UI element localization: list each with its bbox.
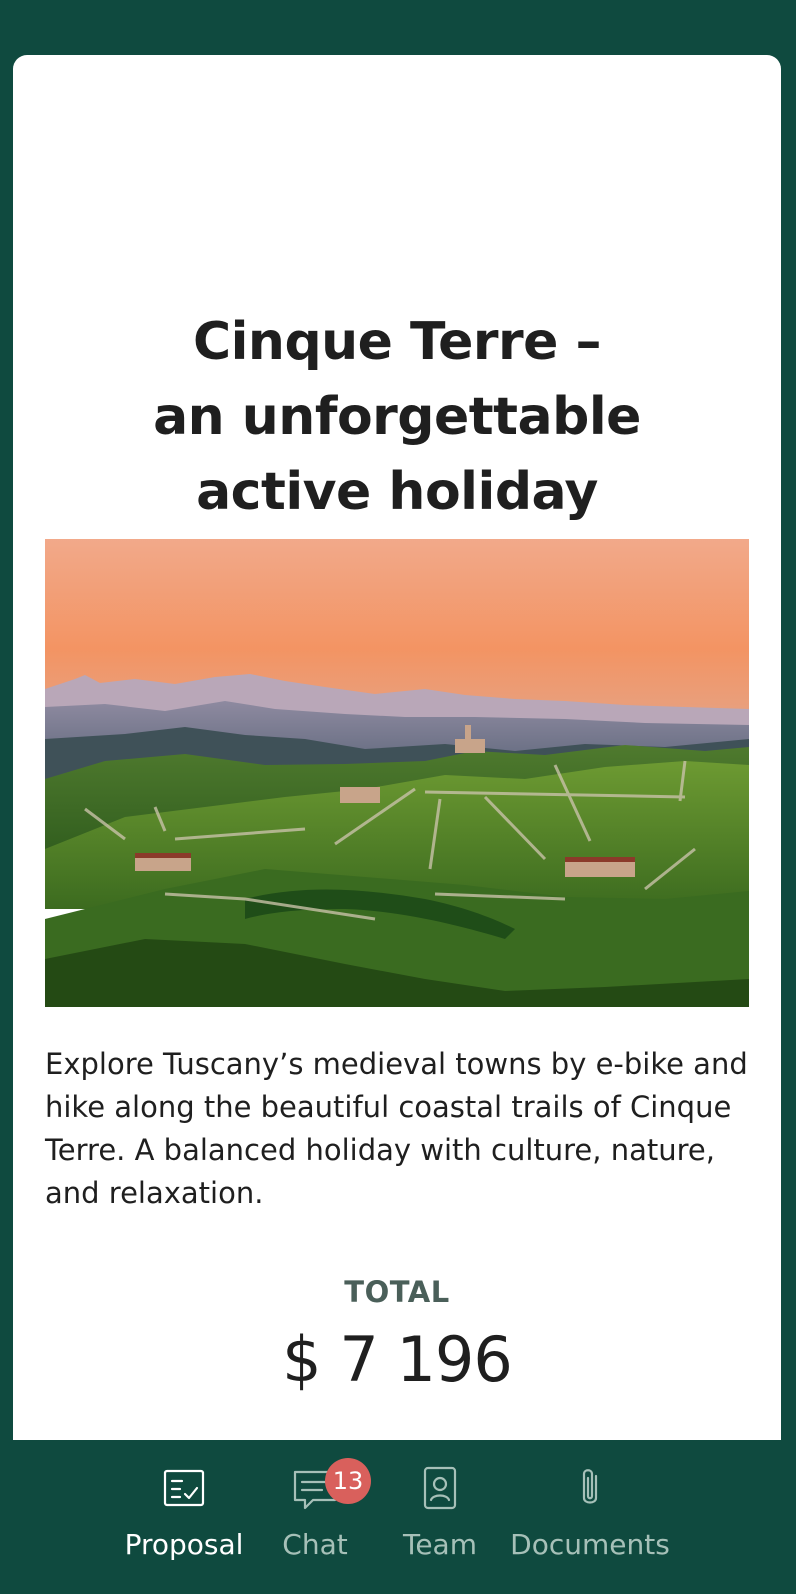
proposal-card: Cinque Terre – an unforgettable active h… [13,55,781,1440]
nav-label-chat: Chat [282,1528,348,1561]
app-screen: Cinque Terre – an unforgettable active h… [0,0,796,1594]
paperclip-icon [566,1464,614,1512]
total-label: TOTAL [344,1275,450,1309]
team-contact-icon [416,1464,464,1512]
nav-label-proposal: Proposal [124,1528,244,1561]
title-line-3: active holiday [196,462,598,522]
proposal-title: Cinque Terre – an unforgettable active h… [13,305,781,530]
proposal-description: Explore Tuscany’s medieval towns by e-bi… [45,1047,748,1210]
nav-tab-documents[interactable]: Documents [505,1440,675,1594]
nav-tab-chat[interactable]: 13 Chat [270,1440,371,1594]
nav-tab-proposal[interactable]: Proposal [114,1440,254,1594]
nav-label-documents: Documents [510,1528,670,1561]
unread-count-badge: 13 [325,1458,371,1504]
nav-tab-team[interactable]: Team [390,1440,490,1594]
title-line-1: Cinque Terre – [192,312,602,372]
nav-label-team: Team [402,1528,477,1561]
bottom-navigation: Proposal 13 Chat Team Documents [0,1440,796,1594]
total-price: $ 7 196 [282,1323,513,1396]
proposal-checklist-icon [160,1464,208,1512]
title-line-2: an unforgettable [153,387,641,447]
hero-image-vineyard-landscape [45,539,749,1007]
